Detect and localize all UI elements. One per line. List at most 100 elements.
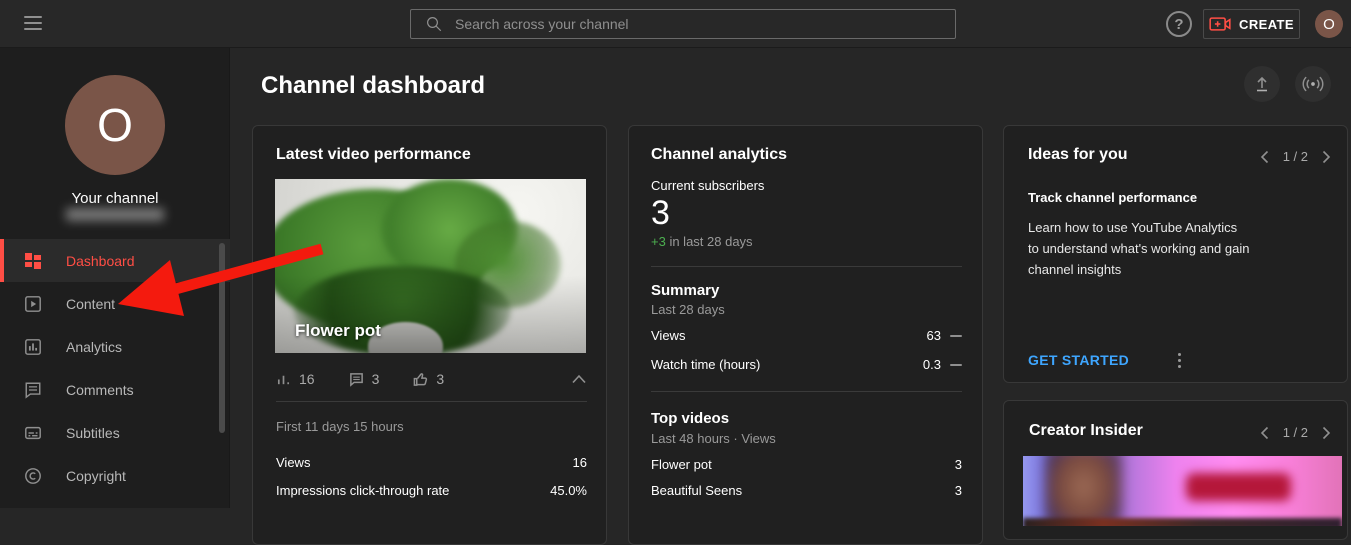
likes-stat: 3 xyxy=(413,371,444,387)
thumbnail-shade xyxy=(275,274,586,353)
create-video-icon xyxy=(1209,17,1231,31)
card-title: Latest video performance xyxy=(276,146,471,163)
metric-value: 63 xyxy=(926,328,941,343)
thumbs-up-icon xyxy=(414,372,428,386)
search-input[interactable] xyxy=(455,16,955,32)
sidebar-item-label: Analytics xyxy=(66,338,123,355)
sidebar-item-analytics[interactable]: Analytics xyxy=(0,325,230,368)
metric-label: Impressions click-through rate xyxy=(276,483,450,498)
banner-blur xyxy=(1185,472,1291,501)
analytics-icon xyxy=(25,338,41,355)
create-label: CREATE xyxy=(1239,16,1294,32)
latest-video-performance-card: Latest video performance Flower pot 16 3 xyxy=(252,125,607,545)
get-started-link[interactable]: GET STARTED xyxy=(1028,352,1129,368)
divider xyxy=(276,401,587,402)
content-icon xyxy=(25,295,41,312)
subscribers-delta: +3 in last 28 days xyxy=(651,234,753,249)
search-icon xyxy=(427,17,442,32)
video-stats-row: 16 3 3 xyxy=(276,366,587,392)
bar-chart-icon xyxy=(277,375,290,384)
comments-stat: 3 xyxy=(349,371,380,387)
go-live-button[interactable] xyxy=(1295,66,1331,102)
channel-avatar[interactable]: O xyxy=(65,75,165,175)
topbar: ? CREATE O xyxy=(0,0,1351,48)
video-thumbnail[interactable]: Flower pot xyxy=(275,179,586,353)
sidebar-item-comments[interactable]: Comments xyxy=(0,368,230,411)
idea-body: Learn how to use YouTube Analytics to un… xyxy=(1028,220,1250,277)
card-pager: 1 / 2 xyxy=(1260,149,1331,164)
channel-search xyxy=(410,9,956,39)
top-video-views: 3 xyxy=(954,483,962,498)
sidebar-item-label: Copyright xyxy=(66,467,126,484)
sidebar-item-label: Content xyxy=(66,295,116,312)
summary-title: Summary xyxy=(651,282,720,299)
top-videos-period: Last 48 hours · Views xyxy=(651,431,776,446)
lower-third-blur xyxy=(1023,517,1342,526)
comment-icon xyxy=(349,372,363,387)
person-blur xyxy=(1045,456,1122,526)
more-options-icon[interactable] xyxy=(1177,353,1181,369)
video-title-overlay: Flower pot xyxy=(295,321,381,340)
delta-suffix: in last 28 days xyxy=(669,234,753,249)
chevron-right-icon[interactable] xyxy=(1322,426,1331,440)
sidebar-item-subtitles[interactable]: Subtitles xyxy=(0,411,230,454)
sidebar-item-label: Dashboard xyxy=(66,252,135,269)
sidebar-item-label: Subtitles xyxy=(66,424,120,441)
card-pager: 1 / 2 xyxy=(1260,425,1331,440)
copyright-icon xyxy=(25,467,41,484)
views-count: 16 xyxy=(299,371,315,387)
card-title: Creator Insider xyxy=(1029,422,1143,439)
create-button[interactable]: CREATE xyxy=(1203,9,1300,39)
delta-value: +3 xyxy=(651,234,666,249)
help-glyph: ? xyxy=(1174,15,1184,33)
sidebar-item-dashboard[interactable]: Dashboard xyxy=(0,239,230,282)
chevron-left-icon[interactable] xyxy=(1260,150,1269,164)
top-video-views: 3 xyxy=(954,457,962,472)
idea-title: Track channel performance xyxy=(1028,190,1198,205)
avatar-initial: O xyxy=(1323,15,1335,33)
chevron-left-icon[interactable] xyxy=(1260,426,1269,440)
pager-label: 1 / 2 xyxy=(1282,425,1308,440)
summary-period: Last 28 days xyxy=(651,302,725,317)
sidebar: O Your channel Dashboard Content Analyti… xyxy=(0,48,230,508)
sidebar-nav: Dashboard Content Analytics Comments Sub… xyxy=(0,239,230,497)
creator-insider-card: Creator Insider 1 / 2 xyxy=(1003,400,1348,540)
account-avatar[interactable]: O xyxy=(1315,10,1343,38)
pager-label: 1 / 2 xyxy=(1282,149,1308,164)
comments-count: 3 xyxy=(371,371,380,387)
dashboard-icon xyxy=(25,252,41,269)
top-videos-title: Top videos xyxy=(651,410,730,427)
sidebar-item-label: Comments xyxy=(66,381,134,398)
metric-label: Watch time (hours) xyxy=(651,357,761,372)
ideas-for-you-card: Ideas for you 1 / 2 Track channel perfor… xyxy=(1003,125,1348,383)
card-title: Channel analytics xyxy=(651,146,788,163)
channel-analytics-card: Channel analytics Current subscribers 3 … xyxy=(628,125,983,545)
idea-actions: GET STARTED xyxy=(1028,352,1181,370)
top-video-row[interactable]: Beautiful Seens 3 xyxy=(651,483,962,498)
upload-video-button[interactable] xyxy=(1244,66,1280,102)
metric-value: 0.3 xyxy=(922,357,941,372)
metric-row: Impressions click-through rate 45.0% xyxy=(276,483,587,498)
divider xyxy=(651,266,962,267)
insider-video-thumbnail[interactable] xyxy=(1023,456,1342,526)
chevron-right-icon[interactable] xyxy=(1322,150,1331,164)
metric-label: Views xyxy=(651,328,686,343)
subtitles-icon xyxy=(25,426,41,439)
sidebar-scrollbar[interactable] xyxy=(219,243,225,433)
your-channel-label: Your channel xyxy=(71,190,159,207)
metric-label: Views xyxy=(276,455,311,470)
subscribers-label: Current subscribers xyxy=(651,178,765,193)
trend-neutral-icon xyxy=(950,334,962,337)
card-title: Ideas for you xyxy=(1028,146,1128,163)
top-video-row[interactable]: Flower pot 3 xyxy=(651,457,962,472)
sidebar-item-copyright[interactable]: Copyright xyxy=(0,454,230,497)
performance-period: First 11 days 15 hours xyxy=(276,419,404,434)
help-button[interactable]: ? xyxy=(1166,11,1192,37)
likes-count: 3 xyxy=(436,371,445,387)
trend-neutral-icon xyxy=(950,363,962,366)
collapse-chevron-icon[interactable] xyxy=(571,374,587,384)
metric-row: Views 63 xyxy=(651,328,962,343)
menu-icon[interactable] xyxy=(24,16,42,30)
comments-icon xyxy=(25,382,41,399)
sidebar-item-content[interactable]: Content xyxy=(0,282,230,325)
